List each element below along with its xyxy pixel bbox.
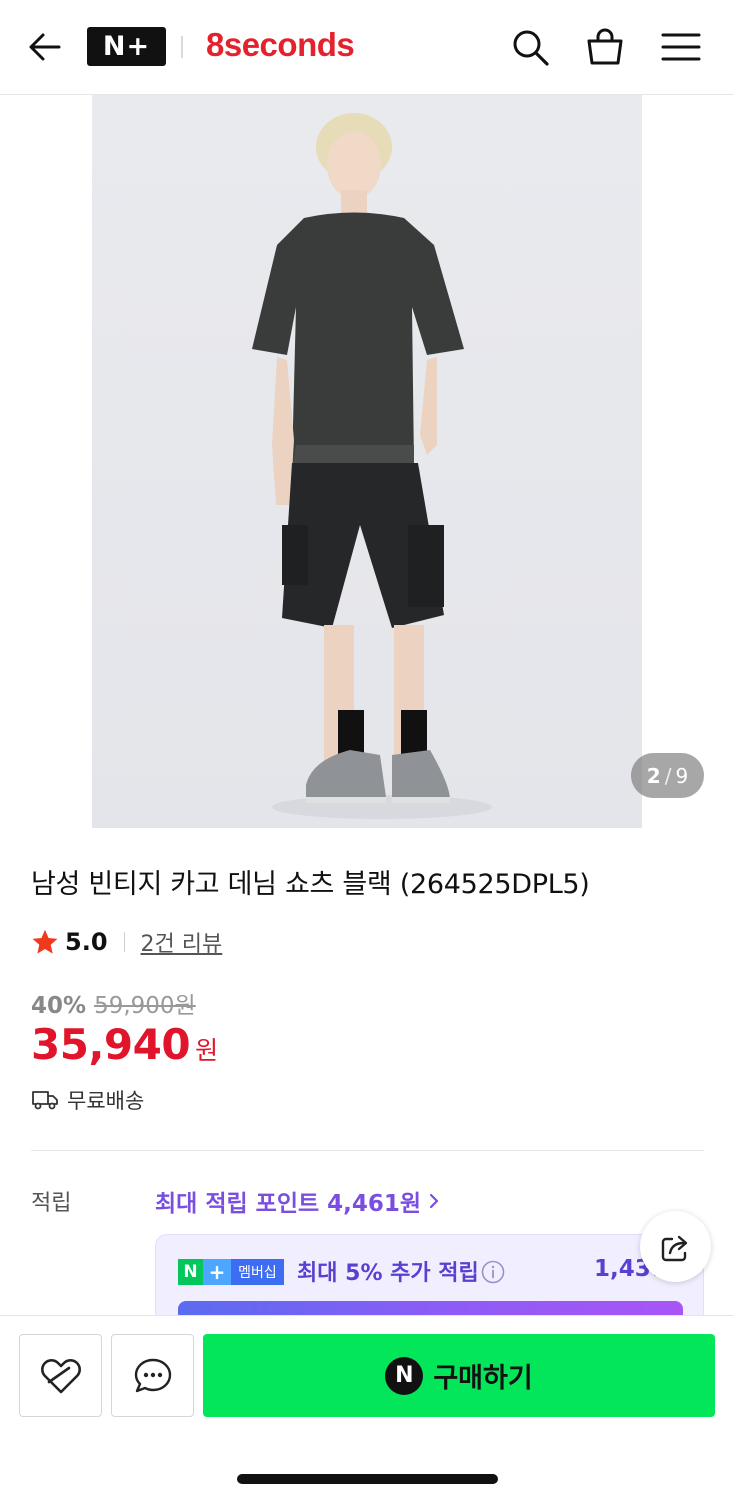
top-header: N+ 8seconds	[0, 0, 734, 95]
rating-row: 5.0 2건 리뷰	[31, 925, 222, 959]
membership-badge-n: N	[178, 1259, 203, 1285]
discount-rate: 40%	[31, 993, 87, 1019]
chevron-right-icon	[429, 1193, 439, 1209]
home-indicator[interactable]	[237, 1474, 498, 1484]
wishlist-button[interactable]	[19, 1334, 102, 1417]
shopping-bag-icon[interactable]	[585, 27, 625, 67]
model-illustration	[252, 113, 492, 819]
image-counter-current: 2	[646, 763, 661, 788]
chat-icon	[134, 1358, 171, 1392]
naver-pay-icon: N	[385, 1356, 424, 1395]
buy-button-label: 구매하기	[433, 1363, 533, 1394]
shipping-label: 무료배송	[67, 1089, 145, 1113]
image-counter-separator: /	[664, 763, 672, 788]
back-arrow-icon[interactable]	[26, 28, 64, 66]
rating-score: 5.0	[65, 928, 108, 956]
price-row: 35,940 원	[31, 1020, 218, 1069]
review-link[interactable]: 2건 리뷰	[141, 926, 223, 958]
membership-badge: N + 멤버십	[178, 1259, 284, 1285]
max-points-text: 최대 적립 포인트 4,461원	[155, 1191, 422, 1217]
search-icon[interactable]	[510, 27, 550, 67]
product-title: 남성 빈티지 카고 데님 쇼츠 블랙 (264525DPL5)	[31, 869, 590, 900]
product-image[interactable]	[92, 95, 642, 828]
logo-divider	[181, 36, 183, 58]
chat-button[interactable]	[111, 1334, 194, 1417]
image-counter-total: 9	[675, 763, 689, 788]
menu-icon[interactable]	[661, 27, 701, 67]
buy-button[interactable]: N 구매하기	[203, 1334, 715, 1417]
star-icon	[32, 929, 58, 954]
original-price: 59,900원	[94, 993, 196, 1019]
heart-icon	[40, 1358, 81, 1393]
sale-price: 35,940	[31, 1020, 191, 1069]
truck-icon	[32, 1091, 58, 1110]
info-icon[interactable]	[481, 1260, 505, 1284]
points-label: 적립	[31, 1191, 72, 1216]
image-counter: 2 / 9	[631, 753, 704, 798]
membership-badge-text: 멤버십	[231, 1259, 284, 1285]
naver-plus-logo[interactable]: N+	[87, 27, 166, 66]
discount-row: 40% 59,900원	[31, 986, 196, 1020]
shipping-info: 무료배송	[31, 1085, 144, 1115]
rating-divider	[123, 932, 125, 952]
membership-text: 최대 5% 추가 적립	[297, 1261, 479, 1286]
section-divider	[31, 1150, 704, 1151]
brand-name[interactable]: 8seconds	[206, 26, 355, 64]
share-button[interactable]	[640, 1211, 711, 1282]
membership-points-box: N + 멤버십 최대 5% 추가 적립 1,437	[155, 1234, 704, 1324]
share-icon	[661, 1235, 687, 1261]
membership-badge-plus: +	[203, 1259, 231, 1285]
price-currency: 원	[195, 1036, 219, 1065]
max-points-link[interactable]: 최대 적립 포인트 4,461원	[155, 1184, 441, 1218]
